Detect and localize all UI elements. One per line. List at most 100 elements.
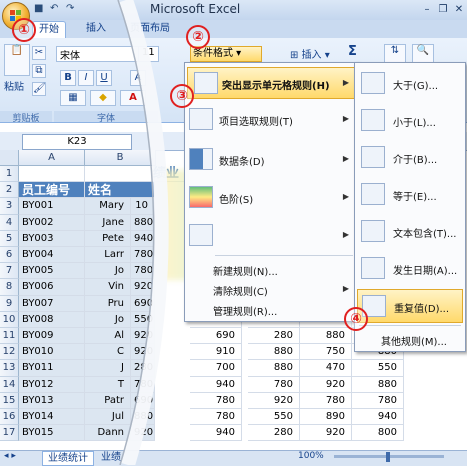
tab-home[interactable]: 开始	[32, 21, 66, 38]
cell-value[interactable]: 920	[300, 425, 352, 442]
cell-name[interactable]: Al	[85, 328, 131, 345]
row-header[interactable]: 13	[0, 360, 19, 377]
sheet-tab-active[interactable]: 业绩统计	[42, 451, 94, 466]
cell-employee-id[interactable]: BY013	[19, 392, 85, 409]
cell-value[interactable]: 940	[190, 376, 242, 393]
cell-value[interactable]: 10	[131, 198, 155, 215]
redo-icon[interactable]: ↷	[66, 3, 74, 17]
submenu-item-equal-to[interactable]: 等于(E)...	[357, 178, 461, 210]
cell-value[interactable]: 920	[131, 344, 155, 361]
cell-value[interactable]: 780	[352, 392, 404, 409]
grow-font-icon[interactable]: A	[130, 70, 146, 86]
header-cell-name[interactable]: 姓名	[85, 182, 155, 199]
cell-value[interactable]: 280	[248, 328, 300, 345]
cell-value[interactable]: 780	[190, 392, 242, 409]
cell-name[interactable]: Jo	[85, 263, 131, 280]
cell-employee-id[interactable]: BY004	[19, 247, 85, 264]
submenu-item-between[interactable]: 介于(B)...	[357, 141, 461, 173]
cell[interactable]	[85, 166, 155, 183]
cell-employee-id[interactable]: BY015	[19, 425, 85, 442]
cell-employee-id[interactable]: BY001	[19, 198, 85, 215]
cell-value[interactable]: 800	[352, 425, 404, 442]
select-all-corner[interactable]	[0, 150, 19, 166]
bold-button[interactable]: B	[60, 70, 76, 86]
cell-value[interactable]: 920	[131, 425, 155, 442]
menu-item-clear-rules[interactable]: 清除规则(C) ▶	[185, 279, 355, 299]
cell-value[interactable]: 280	[248, 425, 300, 442]
submenu-item-duplicate-values[interactable]: 重复值(D)...	[357, 289, 463, 323]
cell-value[interactable]: 940	[190, 425, 242, 442]
cell-name[interactable]: T	[85, 376, 131, 393]
cell-name[interactable]: J	[85, 360, 131, 377]
cell-value[interactable]: 780	[131, 376, 155, 393]
sort-filter-icon[interactable]: ⇅	[384, 44, 406, 64]
cell-employee-id[interactable]: BY008	[19, 311, 85, 328]
format-painter-icon[interactable]: 🖌	[32, 82, 46, 96]
close-icon[interactable]: ✕	[452, 3, 466, 16]
cell-value[interactable]: 470	[300, 360, 352, 377]
underline-button[interactable]: U	[96, 70, 112, 86]
cell-employee-id[interactable]: BY002	[19, 214, 85, 231]
menu-item-manage-rules[interactable]: 管理规则(R)...	[185, 299, 355, 319]
cell-value[interactable]: 890	[300, 409, 352, 426]
cell-employee-id[interactable]: BY003	[19, 230, 85, 247]
submenu-item-greater-than[interactable]: 大于(G)...	[357, 67, 461, 99]
cell-value[interactable]: 700	[190, 360, 242, 377]
cell-name[interactable]: Vin	[85, 279, 131, 296]
cell-value[interactable]: 940	[131, 230, 155, 247]
cell-value[interactable]: 880	[131, 214, 155, 231]
cell-value[interactable]: 280	[131, 360, 155, 377]
cell-name[interactable]: Jo	[85, 311, 131, 328]
row-header[interactable]: 12	[0, 344, 19, 361]
zoom-level[interactable]: 100%	[298, 451, 324, 461]
menu-item-icon-sets[interactable]: ▶	[185, 219, 355, 249]
paste-button[interactable]: 粘贴	[4, 78, 24, 93]
cell-value[interactable]: 550	[352, 360, 404, 377]
row-header[interactable]: 14	[0, 376, 19, 393]
row-header[interactable]: 7	[0, 263, 19, 280]
header-cell-employee-id[interactable]: 员工编号	[19, 182, 85, 199]
cell-value[interactable]: 780	[131, 247, 155, 264]
cell-value[interactable]: 880	[131, 409, 155, 426]
minimize-icon[interactable]: –	[420, 3, 434, 16]
menu-item-new-rule[interactable]: 新建规则(N)...	[185, 259, 355, 279]
cell-value[interactable]: 780	[131, 263, 155, 280]
row-header[interactable]: 1	[0, 166, 19, 183]
name-box[interactable]: K23	[22, 134, 132, 150]
cell-value[interactable]: 920	[248, 392, 300, 409]
cell-name[interactable]: Jane	[85, 214, 131, 231]
cell-value[interactable]: 690	[131, 295, 155, 312]
cell-value[interactable]: 880	[352, 376, 404, 393]
copy-icon[interactable]: ⧉	[32, 64, 46, 78]
cell-name[interactable]: Jul	[85, 409, 131, 426]
cell-value[interactable]: 750	[300, 344, 352, 361]
row-header[interactable]: 3	[0, 198, 19, 215]
cell-name[interactable]: Pru	[85, 295, 131, 312]
save-icon[interactable]: ■	[34, 3, 43, 17]
cell-value[interactable]: 940	[352, 409, 404, 426]
cell-employee-id[interactable]: BY014	[19, 409, 85, 426]
autosum-button[interactable]: Σ	[348, 44, 357, 59]
cell-value[interactable]: 690	[131, 392, 155, 409]
cell[interactable]	[19, 166, 85, 183]
row-header[interactable]: 17	[0, 425, 19, 442]
cell-value[interactable]: 780	[300, 392, 352, 409]
row-header[interactable]: 2	[0, 182, 19, 199]
submenu-item-less-than[interactable]: 小于(L)...	[357, 104, 461, 136]
cell-value[interactable]: 920	[131, 279, 155, 296]
cell-name[interactable]: Larr	[85, 247, 131, 264]
cell-value[interactable]: 920	[300, 376, 352, 393]
cell-employee-id[interactable]: BY009	[19, 328, 85, 345]
cell-employee-id[interactable]: BY007	[19, 295, 85, 312]
cell-value[interactable]: 880	[300, 328, 352, 345]
cut-icon[interactable]: ✂	[32, 46, 46, 60]
zoom-slider-thumb[interactable]	[386, 452, 390, 462]
restore-icon[interactable]: ❐	[436, 3, 450, 16]
cell-value[interactable]: 880	[248, 344, 300, 361]
cell-employee-id[interactable]: BY010	[19, 344, 85, 361]
menu-item-highlight-rules[interactable]: 突出显示单元格规则(H) ▶	[187, 67, 355, 99]
cell-value[interactable]: 690	[190, 328, 242, 345]
font-color-icon[interactable]: A	[120, 90, 146, 106]
menu-item-color-scales[interactable]: 色阶(S) ▶	[185, 181, 355, 211]
row-header[interactable]: 8	[0, 279, 19, 296]
